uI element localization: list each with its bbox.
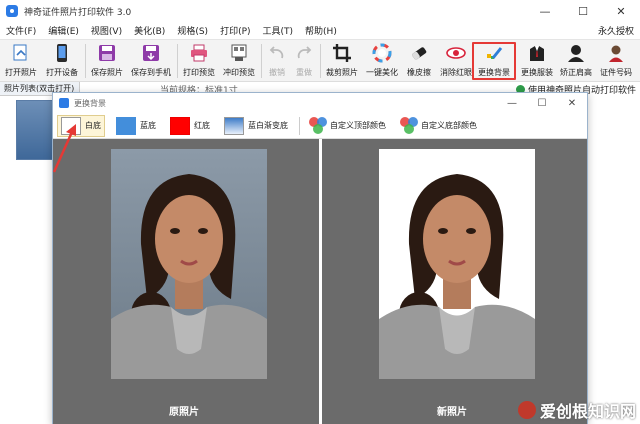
dialog-maximize-button[interactable]: ☐ xyxy=(527,93,557,113)
device-icon xyxy=(51,42,73,64)
toolbar: 打开照片 打开设备 保存照片 保存到手机 打印预览 冲印预览 撤销 重做 裁剪照… xyxy=(0,40,640,82)
maximize-button[interactable]: ☐ xyxy=(564,0,602,22)
menu-bar: 文件(F) 编辑(E) 视图(V) 美化(B) 规格(S) 打印(P) 工具(T… xyxy=(0,22,640,40)
id-number-icon xyxy=(605,42,627,64)
license-label: 永久授权 xyxy=(597,27,634,37)
blue-background-option[interactable]: 蓝底 xyxy=(113,115,159,137)
change-background-icon xyxy=(483,44,505,64)
white-background-option[interactable]: 白底 xyxy=(57,114,105,137)
menu-beautify[interactable]: 美化(B) xyxy=(128,24,171,37)
print-preview-icon xyxy=(188,42,210,64)
print-preview-button[interactable]: 打印预览 xyxy=(180,42,218,80)
change-clothes-button[interactable]: 更换服装 xyxy=(518,42,556,80)
color-picker-icon xyxy=(309,116,327,135)
blue-swatch xyxy=(116,116,136,135)
background-options-bar: 白底 蓝底 红底 蓝白渐变底 自定义顶部颜色 自定义底部颜色 xyxy=(53,113,587,139)
red-swatch xyxy=(170,116,190,135)
save-phone-icon xyxy=(140,42,162,64)
open-photo-icon xyxy=(10,42,32,64)
dialog-title-bar: 更换背景 — ☐ ✕ xyxy=(53,93,587,113)
undo-icon xyxy=(266,42,288,64)
crop-photo-button[interactable]: 裁剪照片 xyxy=(323,42,361,80)
save-to-phone-button[interactable]: 保存到手机 xyxy=(128,42,174,80)
correct-shoulder-button[interactable]: 矫正肩高 xyxy=(558,42,594,80)
watermark: 爱创根知识网 xyxy=(517,398,636,422)
dialog-title: 更换背景 xyxy=(74,98,106,108)
title-bar: 神奇证件照片打印软件 3.0 — ☐ ✕ xyxy=(0,0,640,22)
undo-button[interactable]: 撤销 xyxy=(264,42,290,80)
app-logo-icon xyxy=(6,5,18,17)
remove-red-eye-button[interactable]: 消除红眼 xyxy=(437,42,475,80)
open-photo-button[interactable]: 打开照片 xyxy=(2,42,40,80)
original-photo xyxy=(111,149,267,379)
custom-top-color-button[interactable]: 自定义顶部颜色 xyxy=(306,115,389,137)
minimize-button[interactable]: — xyxy=(526,0,564,22)
menu-view[interactable]: 视图(V) xyxy=(85,24,128,37)
new-photo-caption: 新照片 xyxy=(437,407,467,418)
crop-icon xyxy=(331,42,353,64)
gradient-swatch xyxy=(224,116,244,135)
photo-thumbnail[interactable] xyxy=(16,100,56,160)
red-background-option[interactable]: 红底 xyxy=(167,115,213,137)
close-button[interactable]: ✕ xyxy=(602,0,640,22)
beautify-icon xyxy=(371,42,393,64)
eraser-icon xyxy=(408,42,430,64)
save-photo-button[interactable]: 保存照片 xyxy=(88,42,126,80)
dialog-app-icon xyxy=(59,98,69,108)
redo-button[interactable]: 重做 xyxy=(291,42,317,80)
change-clothes-icon xyxy=(526,42,548,64)
menu-print[interactable]: 打印(P) xyxy=(214,24,256,37)
id-number-button[interactable]: 证件号码 xyxy=(596,42,636,80)
save-icon xyxy=(96,42,118,64)
redo-icon xyxy=(293,42,315,64)
change-background-button[interactable]: 更换背景 xyxy=(472,42,516,80)
menu-spec[interactable]: 规格(S) xyxy=(171,24,214,37)
photo-print-preview-button[interactable]: 冲印预览 xyxy=(220,42,258,80)
menu-file[interactable]: 文件(F) xyxy=(0,24,42,37)
window-controls: — ☐ ✕ xyxy=(526,0,640,22)
original-photo-caption: 原照片 xyxy=(169,407,199,418)
photo-print-icon xyxy=(228,42,250,64)
new-photo xyxy=(379,149,535,379)
app-title: 神奇证件照片打印软件 3.0 xyxy=(24,7,132,18)
one-click-beautify-button[interactable]: 一键美化 xyxy=(363,42,401,80)
custom-bottom-color-button[interactable]: 自定义底部颜色 xyxy=(397,115,480,137)
color-picker-icon xyxy=(400,116,418,135)
eraser-button[interactable]: 橡皮擦 xyxy=(403,42,435,80)
dialog-window-controls: — ☐ ✕ xyxy=(497,93,587,113)
menu-tools[interactable]: 工具(T) xyxy=(257,24,300,37)
preview-panes: 原照片 新照片 xyxy=(53,139,587,424)
dialog-close-button[interactable]: ✕ xyxy=(557,93,587,113)
menu-help[interactable]: 帮助(H) xyxy=(299,24,343,37)
open-device-button[interactable]: 打开设备 xyxy=(42,42,82,80)
white-swatch xyxy=(61,116,81,135)
blue-white-gradient-option[interactable]: 蓝白渐变底 xyxy=(221,115,291,137)
menu-edit[interactable]: 编辑(E) xyxy=(42,24,85,37)
red-eye-icon xyxy=(445,42,467,64)
change-background-dialog: 更换背景 — ☐ ✕ 白底 蓝底 红底 蓝白渐变底 自定义顶部颜色 自定义底部颜… xyxy=(52,92,588,424)
shoulder-icon xyxy=(565,42,587,64)
dialog-minimize-button[interactable]: — xyxy=(497,93,527,113)
watermark-logo-icon xyxy=(517,401,536,419)
